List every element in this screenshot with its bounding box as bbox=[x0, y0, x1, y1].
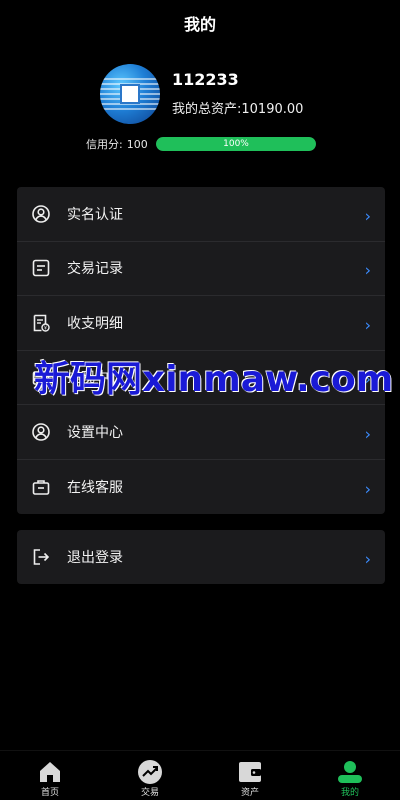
avatar[interactable] bbox=[100, 64, 160, 124]
customer-service-icon bbox=[31, 477, 51, 497]
chevron-right-icon: › bbox=[364, 260, 371, 280]
username: 112233 bbox=[172, 70, 239, 89]
menu-label: 实名认证 bbox=[67, 206, 123, 223]
tab-label: 交易 bbox=[140, 788, 159, 798]
chevron-right-icon: › bbox=[364, 479, 371, 499]
page-title: 我的 bbox=[183, 15, 216, 34]
document-icon bbox=[31, 258, 51, 278]
tab-profile[interactable]: 我的 bbox=[300, 751, 400, 800]
chevron-right-icon: › bbox=[364, 206, 371, 226]
user-circle-icon bbox=[31, 422, 51, 442]
home-icon bbox=[37, 759, 63, 785]
bill-icon: ¥ bbox=[31, 313, 51, 333]
menu-item-customer-service[interactable]: 在线客服 › bbox=[17, 460, 385, 515]
logout-label: 退出登录 bbox=[67, 550, 123, 566]
credit-percent: 100% bbox=[223, 139, 249, 149]
chevron-right-icon: › bbox=[364, 549, 371, 569]
menu-label: 收支明细 bbox=[67, 315, 123, 332]
menu-label: 交易记录 bbox=[67, 261, 123, 278]
menu-item-settings[interactable]: 设置中心 › bbox=[17, 405, 385, 460]
credit-value: 100 bbox=[126, 137, 148, 151]
logout-button[interactable]: 退出登录 › bbox=[17, 530, 385, 584]
profile-section: 112233 我的总资产:10190.00 bbox=[100, 64, 360, 126]
assets-value: 10190.00 bbox=[241, 102, 304, 117]
chevron-right-icon: › bbox=[364, 424, 371, 444]
profile-icon bbox=[337, 759, 363, 785]
trend-icon bbox=[137, 759, 163, 785]
wallet-icon bbox=[237, 759, 263, 785]
credit-label: 信用分: bbox=[86, 138, 123, 151]
assets-label: 我的总资产: bbox=[172, 102, 242, 117]
bottom-tab-bar: 首页 交易 资产 我的 bbox=[0, 750, 400, 800]
svg-text:¥: ¥ bbox=[44, 325, 47, 331]
logout-icon bbox=[31, 547, 51, 567]
menu-item-real-name[interactable]: 实名认证 › bbox=[17, 187, 385, 242]
tab-home[interactable]: 首页 bbox=[0, 751, 100, 800]
total-assets: 我的总资产:10190.00 bbox=[172, 98, 303, 117]
menu-label: 设置中心 bbox=[67, 424, 123, 441]
credit-progress-fill: 100% bbox=[156, 137, 316, 151]
logout-card: 退出登录 › bbox=[17, 530, 385, 584]
tab-label: 资产 bbox=[240, 788, 259, 798]
chevron-right-icon: › bbox=[364, 315, 371, 335]
menu-item-income-expense[interactable]: ¥ 收支明细 › bbox=[17, 296, 385, 351]
tab-label: 首页 bbox=[40, 788, 59, 798]
tab-assets[interactable]: 资产 bbox=[200, 751, 300, 800]
tab-trade[interactable]: 交易 bbox=[100, 751, 200, 800]
id-card-icon bbox=[31, 204, 51, 224]
tab-label: 我的 bbox=[340, 788, 359, 798]
app-header: 我的 bbox=[0, 0, 400, 46]
menu-label: 在线客服 bbox=[67, 479, 123, 496]
menu-item-trade-records[interactable]: 交易记录 › bbox=[17, 242, 385, 296]
watermark: 新码网xinmaw.com bbox=[34, 359, 394, 400]
credit-progress-bar: 100% bbox=[156, 137, 316, 151]
credit-score: 信用分: 100 100% bbox=[86, 136, 326, 152]
